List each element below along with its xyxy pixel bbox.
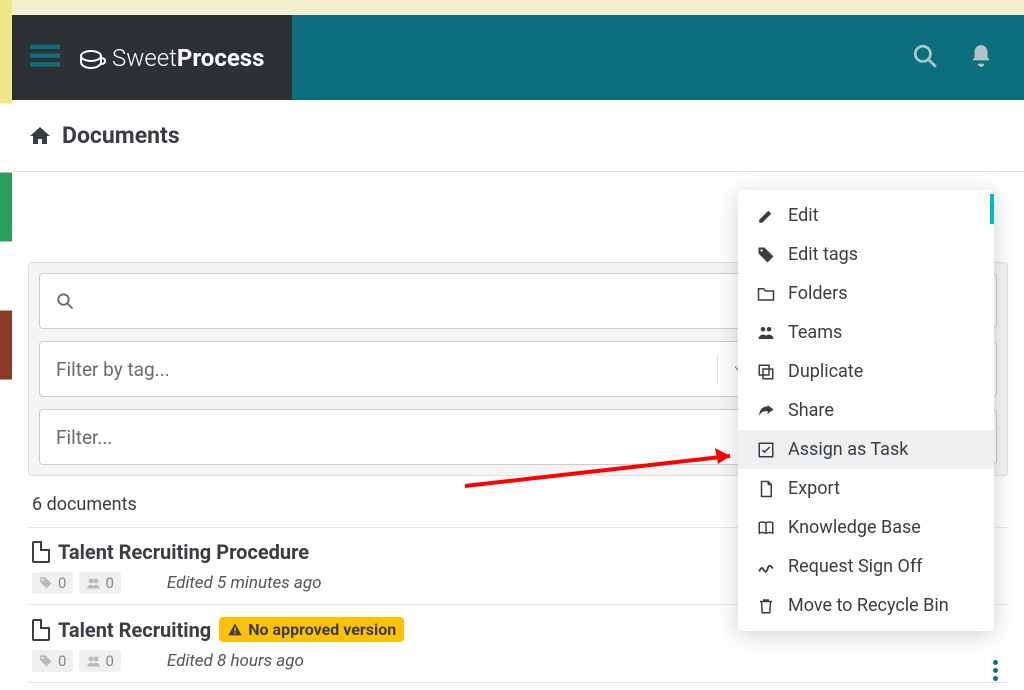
document-icon bbox=[32, 541, 50, 563]
left-color-strip bbox=[0, 0, 12, 690]
header-bar: SweetProcess bbox=[12, 15, 1024, 100]
share-icon bbox=[756, 401, 776, 421]
filter-tag-dropdown[interactable]: Filter by tag... bbox=[39, 341, 763, 397]
header-dark-section: SweetProcess bbox=[12, 15, 292, 100]
tag-icon bbox=[756, 245, 776, 265]
edited-timestamp: Edited 5 minutes ago bbox=[167, 573, 322, 593]
menu-folders[interactable]: Folders bbox=[738, 274, 994, 313]
cup-icon bbox=[80, 48, 106, 68]
duplicate-icon bbox=[756, 362, 776, 382]
document-title: Talent Recruiting Procedure bbox=[58, 540, 309, 564]
document-icon bbox=[32, 619, 50, 641]
search-input[interactable] bbox=[39, 273, 763, 329]
folder-icon bbox=[756, 284, 776, 304]
top-warning-bar bbox=[12, 0, 1024, 15]
search-icon[interactable] bbox=[912, 43, 938, 73]
brand-logo[interactable]: SweetProcess bbox=[80, 44, 264, 72]
tag-count-chip[interactable]: 0 bbox=[32, 650, 73, 672]
trash-icon bbox=[756, 596, 776, 616]
menu-duplicate[interactable]: Duplicate bbox=[738, 352, 994, 391]
page-title: Documents bbox=[62, 122, 180, 149]
book-icon bbox=[756, 518, 776, 538]
teams-icon bbox=[756, 323, 776, 343]
hamburger-menu-icon[interactable] bbox=[30, 41, 60, 75]
check-icon bbox=[756, 440, 776, 460]
brand-name: SweetProcess bbox=[112, 44, 264, 72]
team-count-chip[interactable]: 0 bbox=[79, 572, 120, 594]
menu-teams[interactable]: Teams bbox=[738, 313, 994, 352]
breadcrumb: Documents bbox=[12, 100, 1024, 172]
bell-icon[interactable] bbox=[968, 43, 994, 73]
menu-recycle-bin[interactable]: Move to Recycle Bin bbox=[738, 586, 994, 625]
status-badge: No approved version bbox=[219, 617, 404, 642]
export-icon bbox=[756, 479, 776, 499]
context-menu: Edit Edit tags Folders Teams Duplicate S… bbox=[738, 190, 994, 631]
menu-assign-task[interactable]: Assign as Task bbox=[738, 430, 994, 469]
tag-count-chip[interactable]: 0 bbox=[32, 572, 73, 594]
document-title: Talent Recruiting bbox=[58, 618, 211, 642]
search-icon bbox=[56, 292, 74, 310]
menu-share[interactable]: Share bbox=[738, 391, 994, 430]
sign-icon bbox=[756, 557, 776, 577]
more-actions-icon[interactable] bbox=[993, 660, 998, 681]
menu-knowledge-base[interactable]: Knowledge Base bbox=[738, 508, 994, 547]
team-count-chip[interactable]: 0 bbox=[79, 650, 120, 672]
menu-edit[interactable]: Edit bbox=[738, 196, 994, 235]
menu-request-sign-off[interactable]: Request Sign Off bbox=[738, 547, 994, 586]
home-icon bbox=[28, 124, 52, 148]
edited-timestamp: Edited 8 hours ago bbox=[167, 651, 304, 671]
edit-icon bbox=[756, 206, 776, 226]
menu-export[interactable]: Export bbox=[738, 469, 994, 508]
menu-edit-tags[interactable]: Edit tags bbox=[738, 235, 994, 274]
dropdown-accent bbox=[990, 194, 994, 224]
